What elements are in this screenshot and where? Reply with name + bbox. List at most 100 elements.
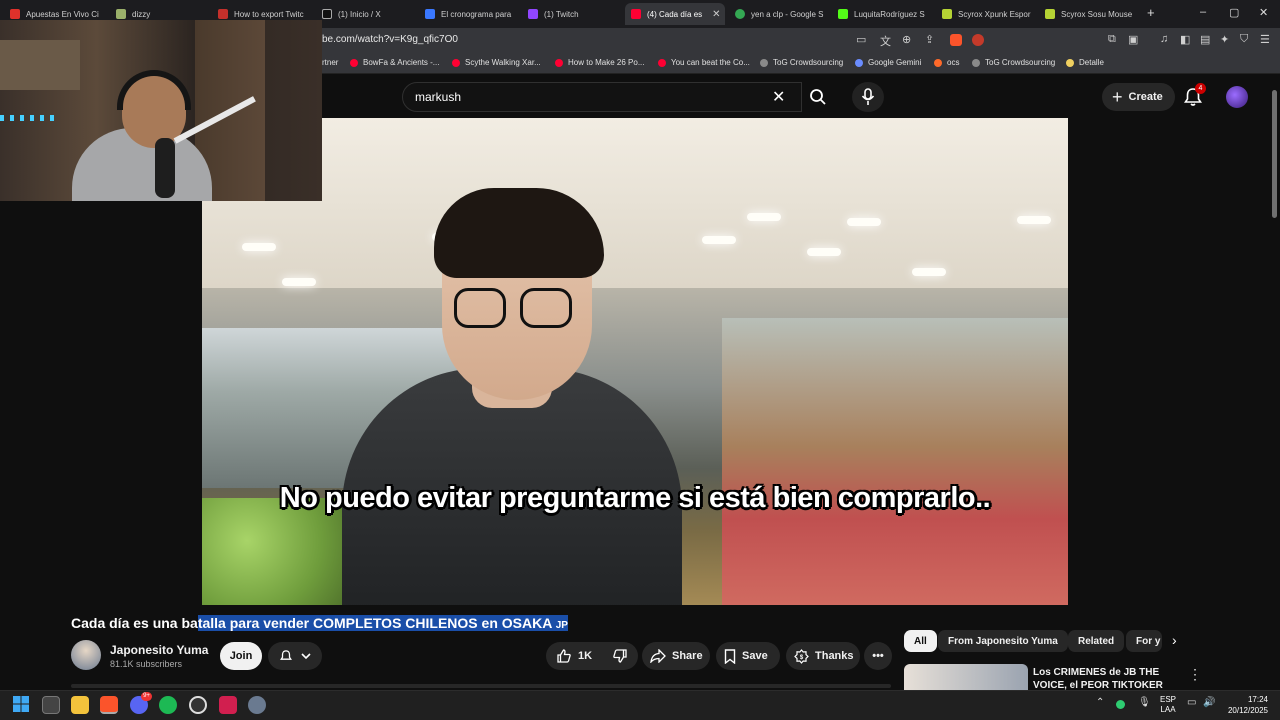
tab-11[interactable]: Scyrox Sosu Mouse (1045, 3, 1135, 25)
bookmark-item[interactable]: ToG Crowdsourcing (972, 58, 1055, 67)
bookmark-item[interactable]: How to Make 26 Po... (555, 58, 644, 67)
language-indicator[interactable]: ESP LAA (1160, 695, 1176, 715)
tab-favicon-icon (10, 9, 20, 19)
recommended-title[interactable]: Los CRIMENES de JB THE VOICE, el PEOR TI… (1033, 666, 1163, 690)
thanks-button[interactable]: $ Thanks (786, 642, 860, 670)
bookmark-item[interactable]: ocs (934, 58, 959, 67)
task-view-icon[interactable] (42, 696, 60, 714)
file-explorer-icon[interactable] (71, 696, 89, 714)
tab-9[interactable]: LuquitaRodríguez S (838, 3, 928, 25)
chevron-up-icon[interactable]: ⌃ (1096, 697, 1104, 708)
microphone-tray-icon[interactable]: 🎙 (1138, 697, 1151, 708)
brave-rewards-icon[interactable] (972, 34, 984, 46)
bookmark-item[interactable]: BowFa & Ancients -... (350, 58, 439, 67)
dislike-button[interactable] (602, 642, 638, 670)
bookmark-label: BowFa & Ancients -... (363, 58, 440, 67)
tab-label: El cronograma para (441, 9, 512, 19)
more-vertical-icon[interactable]: ⋮ (1188, 666, 1202, 683)
minimize-button[interactable]: – (1200, 6, 1206, 18)
tab-8[interactable]: yen a clp - Google S (735, 3, 825, 25)
description-box[interactable] (71, 684, 891, 688)
volume-icon[interactable]: 🔊 (1203, 697, 1215, 708)
search-button[interactable] (800, 82, 836, 112)
tab-active-youtube[interactable]: (4) Cada día es ✕ (625, 3, 725, 25)
chevron-right-icon[interactable]: › (1172, 632, 1177, 648)
join-button[interactable]: Join (220, 642, 262, 670)
chip-for-you[interactable]: For y (1126, 630, 1162, 652)
channel-name[interactable]: Japonesito Yuma (110, 643, 208, 657)
bookmark-item[interactable]: Detalle (1066, 58, 1104, 67)
folder-icon (1066, 58, 1074, 67)
tab-4[interactable]: (1) Inicio / X (322, 3, 412, 25)
translate-icon[interactable]: 文 (880, 33, 891, 49)
brave-shields-icon[interactable] (950, 34, 962, 46)
tab-10[interactable]: Scyrox Xpunk Espor (942, 3, 1032, 25)
clock[interactable]: 17:24 20/12/2025 (1222, 694, 1268, 716)
create-button[interactable]: + Create (1102, 83, 1175, 111)
bookmark-item[interactable]: Google Gemini (855, 58, 921, 67)
like-button[interactable]: 1K (546, 642, 602, 670)
like-count: 1K (578, 650, 593, 662)
extensions-icon[interactable]: ⧉ (1108, 33, 1116, 46)
url-field[interactable]: be.com/watch?v=K9g_qfic7O0 (322, 34, 458, 45)
close-window-button[interactable]: ✕ (1259, 6, 1268, 19)
chip-related[interactable]: Related (1068, 630, 1125, 652)
bookmark-item[interactable]: rtner (322, 58, 338, 67)
headset-icon (117, 70, 191, 110)
obs-icon[interactable] (189, 696, 207, 714)
settings-gear-icon[interactable] (248, 696, 266, 714)
channel-avatar[interactable] (71, 640, 101, 670)
screenshot-icon[interactable]: ▣ (1128, 33, 1138, 46)
microphone-icon (861, 88, 875, 105)
cast-icon[interactable]: ▭ (856, 33, 866, 46)
chip-label: From Japonesito Yuma (948, 635, 1058, 647)
video-player[interactable]: No puedo evitar preguntarme si está bien… (202, 118, 1068, 605)
tray-app-icon[interactable] (1116, 700, 1125, 709)
leo-ai-icon[interactable]: ✦ (1220, 33, 1229, 46)
bell-icon (280, 650, 292, 660)
channel-subscribers: 81.1K subscribers (110, 659, 183, 669)
subscription-bell-button[interactable] (268, 642, 322, 670)
bookmark-item[interactable]: You can beat the Co... (658, 58, 750, 67)
close-tab-icon[interactable]: ✕ (712, 9, 720, 20)
globe-icon (760, 58, 768, 67)
wallet-icon[interactable]: ▤ (1200, 33, 1210, 46)
windows-start-icon[interactable] (12, 695, 30, 713)
new-tab-button[interactable]: + (1147, 5, 1155, 20)
search-input[interactable]: markush (402, 82, 802, 112)
tab-6[interactable]: (1) Twitch (528, 3, 618, 25)
thanks-label: Thanks (815, 650, 854, 662)
maximize-button[interactable]: ▢ (1229, 6, 1239, 19)
share-button[interactable]: Share (642, 642, 710, 670)
zoom-icon[interactable]: ⊕ (902, 33, 911, 46)
sidebar-icon[interactable]: ◧ (1180, 33, 1190, 46)
clear-search-icon[interactable]: ✕ (772, 87, 785, 107)
page-scrollbar[interactable] (1272, 90, 1277, 218)
tab-favicon-icon (116, 9, 126, 19)
save-button[interactable]: Save (716, 642, 780, 670)
vpn-icon[interactable]: ⛉ (1240, 33, 1248, 46)
more-actions-button[interactable]: ••• (864, 642, 892, 670)
chip-all[interactable]: All (904, 630, 937, 652)
brave-browser-icon[interactable] (100, 696, 118, 714)
tab-label: dizzy (132, 9, 151, 19)
gemini-icon (855, 58, 863, 67)
media-icon[interactable]: ♫ (1160, 33, 1168, 45)
recommended-thumbnail[interactable] (904, 664, 1028, 690)
chip-from-channel[interactable]: From Japonesito Yuma (938, 630, 1068, 652)
tab-5[interactable]: El cronograma para (425, 3, 515, 25)
voice-search-button[interactable] (852, 82, 884, 112)
tab-label: (1) Twitch (544, 9, 579, 19)
video-frame-light (1017, 216, 1051, 224)
share-page-icon[interactable]: ⇪ (925, 33, 934, 46)
account-avatar[interactable] (1226, 86, 1248, 108)
spotify-icon[interactable] (159, 696, 177, 714)
valorant-icon[interactable] (219, 696, 237, 714)
title-selection: talla para vender COMPLETOS CHILENOS en … (197, 615, 568, 631)
menu-icon[interactable]: ☰ (1260, 33, 1270, 46)
youtube-icon (350, 58, 358, 67)
bookmark-item[interactable]: Scythe Walking Xar... (452, 58, 541, 67)
bookmark-item[interactable]: ToG Crowdsourcing (760, 58, 843, 67)
network-icon[interactable]: ▭ (1187, 697, 1196, 708)
tab-favicon-icon (1045, 9, 1055, 19)
